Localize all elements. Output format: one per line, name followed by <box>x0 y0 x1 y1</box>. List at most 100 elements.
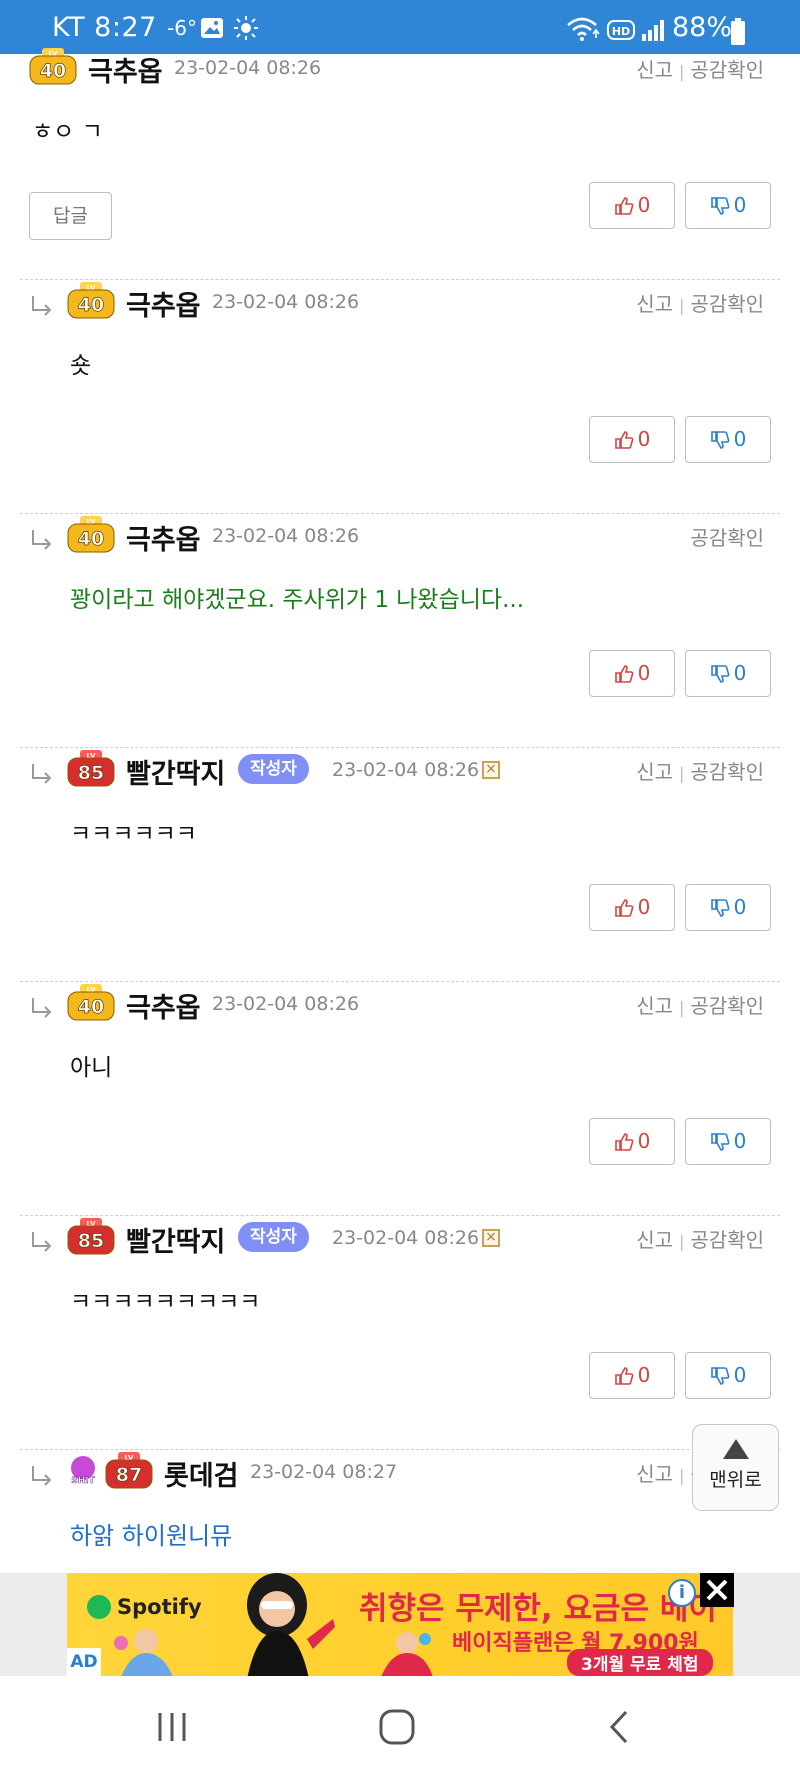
dislike-count: 0 <box>733 661 747 685</box>
comment-date: 23-02-04 08:26 <box>212 993 360 1015</box>
level-badge-icon: LV 40 <box>28 46 78 86</box>
close-icon <box>706 1579 728 1601</box>
reply-arrow-icon <box>30 1230 54 1256</box>
level-badge-icon: LV 40 <box>66 280 116 320</box>
empathy-check-link[interactable]: 공감확인 <box>690 760 764 784</box>
empathy-check-link[interactable]: 공감확인 <box>690 58 764 82</box>
comment-text: ㅎㅇ ㄱ <box>32 119 103 145</box>
reply-arrow-icon <box>30 1464 54 1490</box>
report-link[interactable]: 신고 <box>636 292 673 316</box>
like-button[interactable]: 0 <box>589 416 675 463</box>
comment-date: 23-02-04 08:26 <box>174 57 322 79</box>
dislike-button[interactable]: 0 <box>685 416 771 463</box>
dislike-button[interactable]: 0 <box>685 1118 771 1165</box>
report-link[interactable]: 신고 <box>636 1462 673 1486</box>
empathy-check-link[interactable]: 공감확인 <box>690 526 764 550</box>
wifi-icon <box>567 17 600 41</box>
ad-close-button[interactable] <box>700 1573 734 1607</box>
thumbs-up-icon <box>614 1363 638 1387</box>
svg-text:40: 40 <box>78 294 104 316</box>
comment-date: 23-02-04 08:26 <box>332 1227 480 1249</box>
comment-username[interactable]: 극추옵 <box>126 284 201 323</box>
comment-date: 23-02-04 08:26 <box>212 525 360 547</box>
scroll-to-top-button[interactable]: 맨위로 <box>692 1424 779 1511</box>
comment-date: 23-02-04 08:26 <box>212 291 360 313</box>
temperature: -6° <box>167 16 197 40</box>
level-badge-icon: LV 85 <box>66 1216 116 1256</box>
report-link[interactable]: 신고 <box>636 760 673 784</box>
thumbs-down-icon <box>710 193 734 217</box>
delete-icon[interactable]: × <box>482 1229 500 1247</box>
ad-brand: Spotify <box>87 1595 202 1619</box>
recent-apps-icon[interactable] <box>152 1709 192 1745</box>
dislike-button[interactable]: 0 <box>685 1352 771 1399</box>
sun-icon <box>234 16 258 40</box>
scroll-to-top-label: 맨위로 <box>709 1469 762 1491</box>
like-count: 0 <box>637 1363 651 1387</box>
comment-actions: 신고 | 공감확인 <box>636 288 764 317</box>
comment-username[interactable]: 롯데검 <box>164 1454 239 1493</box>
ad-cta-button[interactable]: 3개월 무료 체험 <box>567 1649 713 1676</box>
like-count: 0 <box>637 661 651 685</box>
comment-item: LV 40 극추옵 23-02-04 08:26 신고 | 공감확인숏 0 0 <box>0 280 800 514</box>
report-link[interactable]: 신고 <box>636 1228 673 1252</box>
like-button[interactable]: 0 <box>589 1352 675 1399</box>
thumbs-up-icon <box>614 427 638 451</box>
like-button[interactable]: 0 <box>589 1118 675 1165</box>
svg-text:40: 40 <box>78 996 104 1018</box>
like-button[interactable]: 0 <box>589 650 675 697</box>
empathy-check-link[interactable]: 공감확인 <box>690 292 764 316</box>
empathy-check-link[interactable]: 공감확인 <box>690 1228 764 1252</box>
ad-illustration-person <box>247 1573 335 1676</box>
like-count: 0 <box>637 895 651 919</box>
thumbs-down-icon <box>710 427 734 451</box>
carrier-time: KT 8:27 <box>52 12 157 43</box>
thumbs-up-icon <box>614 661 638 685</box>
level-badge-icon: LV 40 <box>66 982 116 1022</box>
comment-username[interactable]: 극추옵 <box>126 986 201 1025</box>
author-tag: 작성자 <box>238 754 309 784</box>
like-button[interactable]: 0 <box>589 182 675 229</box>
comment-item: LV 40 극추옵 23-02-04 08:26 신고 | 공감확인 아니 0 0 <box>0 982 800 1216</box>
comment-username[interactable]: 극추옵 <box>126 518 201 557</box>
level-badge-icon: LV 87 <box>104 1450 154 1490</box>
ad-creative[interactable]: Spotify 취향은 무제한, 요금은 베이 베이직플랜은 월 7,900원 … <box>67 1573 733 1676</box>
comment-text: 숏 <box>70 353 92 379</box>
thumbs-up-icon <box>614 1129 638 1153</box>
level-badge-icon: LV 85 <box>66 748 116 788</box>
dislike-button[interactable]: 0 <box>685 884 771 931</box>
dislike-count: 0 <box>733 193 747 217</box>
svg-text:85: 85 <box>78 762 104 784</box>
report-link[interactable]: 신고 <box>636 994 673 1018</box>
action-separator: | <box>679 764 685 783</box>
system-nav-bar <box>0 1676 800 1778</box>
svg-text:SHIT: SHIT <box>71 1476 95 1486</box>
comment-username[interactable]: 빨간딱지 <box>126 752 225 791</box>
dislike-button[interactable]: 0 <box>685 650 771 697</box>
empathy-check-link[interactable]: 공감확인 <box>690 994 764 1018</box>
report-link[interactable]: 신고 <box>636 58 673 82</box>
like-button[interactable]: 0 <box>589 884 675 931</box>
spotify-logo-icon <box>87 1595 111 1619</box>
dislike-count: 0 <box>733 1363 747 1387</box>
back-icon[interactable] <box>605 1709 635 1745</box>
ad-info-icon[interactable]: i <box>668 1579 696 1607</box>
action-separator: | <box>679 998 685 1017</box>
dislike-count: 0 <box>733 1129 747 1153</box>
thumbs-down-icon <box>710 661 734 685</box>
comment-username[interactable]: 극추옵 <box>88 50 163 89</box>
dislike-button[interactable]: 0 <box>685 182 771 229</box>
home-icon[interactable] <box>377 1709 417 1745</box>
comment-username[interactable]: 빨간딱지 <box>126 1220 225 1259</box>
comment-date: 23-02-04 08:26 <box>332 759 480 781</box>
like-count: 0 <box>637 427 651 451</box>
thumbs-down-icon <box>710 1129 734 1153</box>
reply-button[interactable]: 답글 <box>29 192 112 240</box>
action-separator: | <box>679 1466 685 1485</box>
level-badge-icon: LV 40 <box>66 514 116 554</box>
thumbs-up-icon <box>614 193 638 217</box>
comment-text: 하앍 하이원니뮤 <box>70 1522 233 1550</box>
thumbs-down-icon <box>710 895 734 919</box>
delete-icon[interactable]: × <box>482 761 500 779</box>
reply-arrow-icon <box>30 294 54 320</box>
